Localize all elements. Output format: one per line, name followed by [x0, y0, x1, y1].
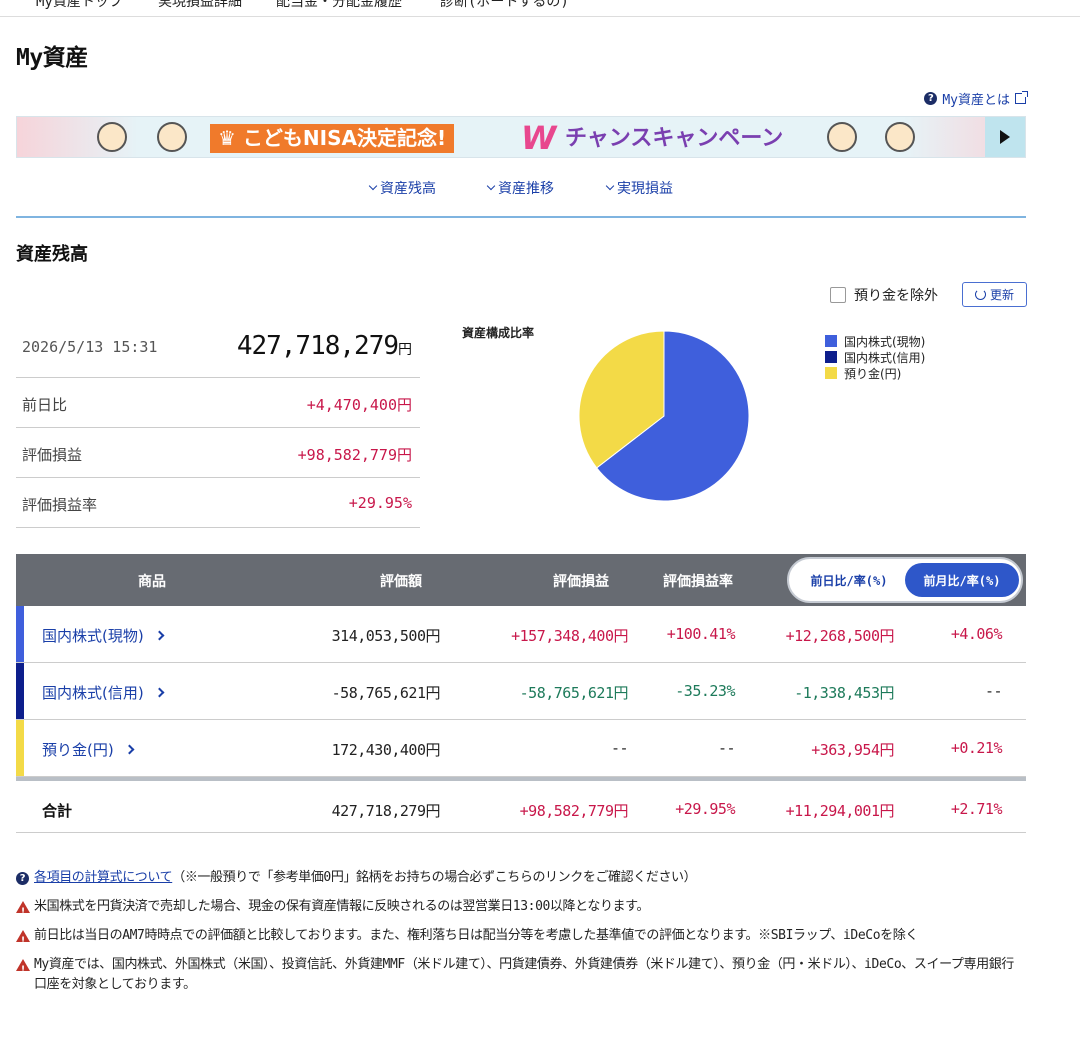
note-warning: My資産では、国内株式、外国株式（米国）、投資信託、外貨建MMF（米ドル建て）、…	[16, 955, 1026, 995]
toggle-daily[interactable]: 前日比/率(%)	[795, 563, 903, 597]
banner-next-button[interactable]	[985, 117, 1025, 157]
refresh-icon	[974, 289, 986, 300]
refresh-button[interactable]: 更新	[962, 282, 1027, 307]
child-illustration-icon	[885, 122, 915, 152]
legend-swatch	[825, 351, 837, 363]
crown-icon: ♛	[218, 126, 236, 150]
header-value: 評価額	[380, 574, 422, 590]
topnav-item-diagnosis[interactable]: 診断(ポートするの)	[440, 0, 569, 11]
anchor-asset-trend[interactable]: 資産推移	[486, 178, 554, 198]
table-row: 国内株式(信用) -58,765,621円 -58,765,621円 -35.2…	[16, 663, 1026, 720]
external-link-icon	[1015, 91, 1028, 104]
chevron-down-icon	[486, 181, 496, 191]
chevron-right-icon	[154, 630, 165, 641]
table-row: 国内株式(現物) 314,053,500円 +157,348,400円 +100…	[16, 606, 1026, 663]
note-calculation: ? 各項目の計算式について（※一般預りで「参考単価0円」銘柄をお持ちの場合必ずこ…	[16, 868, 1026, 888]
header-pl-rate: 評価損益率	[663, 574, 733, 590]
play-icon	[1000, 130, 1010, 144]
topnav-item-dividend[interactable]: 配当金・分配金履歴	[276, 0, 402, 11]
child-illustration-icon	[157, 122, 187, 152]
row-link-margin-stock[interactable]: 国内株式(信用)	[42, 682, 165, 703]
warning-icon	[16, 930, 30, 951]
chevron-down-icon	[605, 181, 615, 191]
header-pl: 評価損益	[553, 574, 609, 590]
row-link-deposit[interactable]: 預り金(円)	[42, 739, 135, 760]
note-warning: 米国株式を円貨決済で売却した場合、現金の保有資産情報に反映されるのは翌営業日13…	[16, 897, 1026, 922]
table-row: 預り金(円) 172,430,400円 -- -- +363,954円 +0.2…	[16, 720, 1026, 777]
asset-table: 商品 評価額 評価損益 評価損益率 前日比/率(%) 前月比/率(%) 国内株式…	[16, 554, 1026, 833]
notes: ? 各項目の計算式について（※一般預りで「参考単価0円」銘柄をお持ちの場合必ずこ…	[16, 868, 1026, 1004]
banner-campaign-text: チャンスキャンペーン	[565, 126, 784, 151]
chevron-down-icon	[368, 181, 378, 191]
legend-label: 預り金(円)	[844, 366, 902, 381]
category-color-bar	[16, 606, 24, 662]
chevron-right-icon	[124, 744, 135, 755]
question-icon: ?	[16, 872, 29, 885]
header-product: 商品	[138, 574, 166, 590]
pie-chart-title: 資産構成比率	[462, 326, 535, 340]
note-warning: 前日比は当日のAM7時時点での評価額と比較しております。また、権利落ち日は配当分…	[16, 926, 1026, 951]
balance-summary: 2026/5/13 15:31 427,718,279円 前日比 +4,470,…	[16, 318, 420, 528]
calculation-link[interactable]: 各項目の計算式について	[34, 870, 173, 885]
category-color-bar	[16, 663, 24, 719]
summary-row: 評価損益 +98,582,779円	[16, 428, 420, 478]
period-toggle: 前日比/率(%) 前月比/率(%)	[787, 557, 1023, 603]
question-icon: ?	[924, 92, 938, 105]
legend-item: 国内株式(現物)	[825, 333, 925, 349]
help-link[interactable]: ? My資産とは	[924, 89, 1028, 108]
total-label: 合計	[42, 802, 73, 820]
table-header: 商品 評価額 評価損益 評価損益率 前日比/率(%) 前月比/率(%)	[16, 554, 1026, 606]
summary-row: 前日比 +4,470,400円	[16, 378, 420, 428]
asset-composition-pie	[578, 330, 750, 502]
anchor-realized-pl[interactable]: 実現損益	[605, 178, 673, 198]
page-title: My資産	[16, 45, 88, 71]
checkbox[interactable]	[830, 287, 846, 303]
summary-total-row: 2026/5/13 15:31 427,718,279円	[16, 318, 420, 378]
legend-label: 国内株式(現物)	[844, 334, 926, 349]
anchor-asset-balance[interactable]: 資産残高	[368, 178, 436, 198]
legend-swatch	[825, 335, 837, 347]
top-nav: My資産トップ 実現損益詳細 配当金・分配金履歴 診断(ポートするの)	[0, 0, 1080, 17]
legend-item: 預り金(円)	[825, 365, 925, 381]
child-illustration-icon	[827, 122, 857, 152]
legend-item: 国内株式(信用)	[825, 349, 925, 365]
topnav-item-realized[interactable]: 実現損益詳細	[158, 0, 242, 11]
child-illustration-icon	[97, 122, 127, 152]
table-total-row: 合計 427,718,279円 +98,582,779円 +29.95% +11…	[16, 777, 1026, 833]
summary-datetime: 2026/5/13 15:31	[22, 338, 158, 356]
pie-legend: 国内株式(現物) 国内株式(信用) 預り金(円)	[825, 333, 925, 381]
legend-swatch	[825, 367, 837, 379]
toggle-monthly[interactable]: 前月比/率(%)	[905, 563, 1019, 597]
warning-icon	[16, 959, 30, 980]
exclude-deposit-label: 預り金を除外	[854, 288, 938, 304]
banner-headline: ♛ こどもNISA決定記念!	[210, 124, 455, 153]
summary-row: 評価損益率 +29.95%	[16, 478, 420, 528]
legend-label: 国内株式(信用)	[844, 350, 926, 365]
category-color-bar	[16, 720, 24, 776]
section-title: 資産残高	[16, 244, 88, 265]
topnav-item-top[interactable]: My資産トップ	[36, 0, 123, 11]
banner-w-mark: W	[521, 119, 557, 157]
campaign-banner[interactable]: ♛ こどもNISA決定記念! W チャンスキャンペーン	[16, 116, 1026, 158]
row-link-domestic-stock[interactable]: 国内株式(現物)	[42, 625, 165, 646]
summary-total: 427,718,279円	[236, 331, 412, 361]
warning-icon	[16, 901, 30, 922]
chevron-right-icon	[154, 687, 165, 698]
help-link-label: My資産とは	[942, 93, 1010, 108]
exclude-deposit-checkbox[interactable]: 預り金を除外	[830, 285, 938, 305]
section-anchors: 資産残高 資産推移 実現損益	[16, 176, 1026, 218]
